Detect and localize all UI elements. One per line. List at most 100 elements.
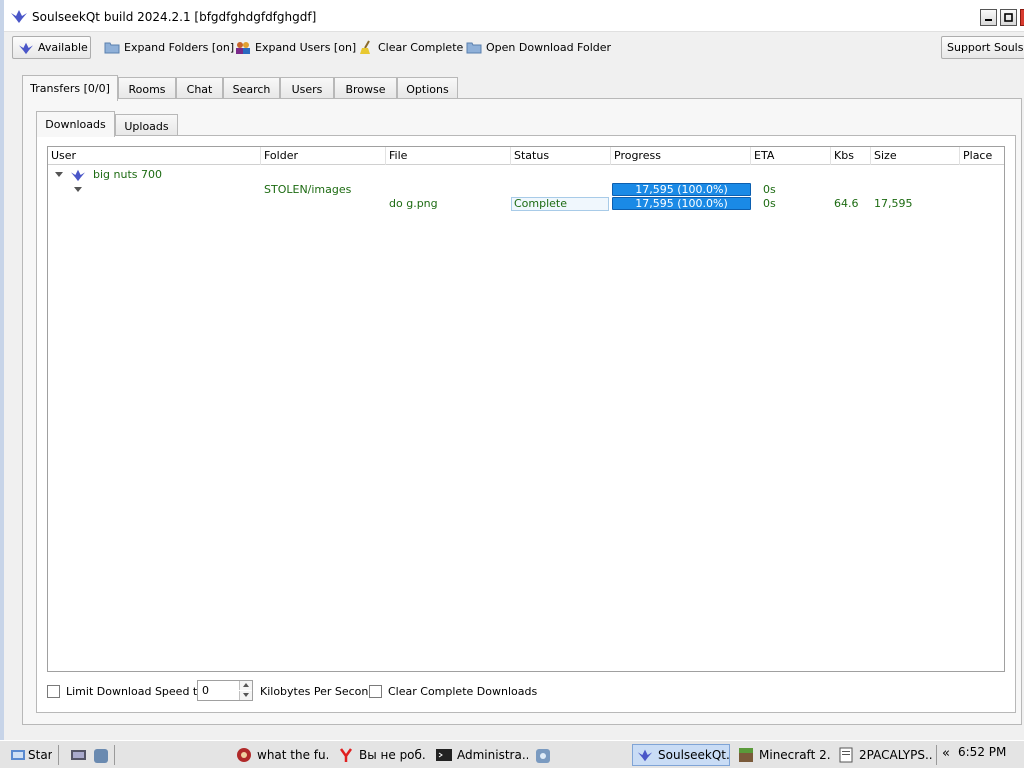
task-label: what the fu... bbox=[257, 748, 328, 762]
column-header-user[interactable]: User bbox=[48, 147, 261, 165]
column-header-progress[interactable]: Progress bbox=[611, 147, 751, 165]
clear-complete-checkbox[interactable] bbox=[369, 684, 382, 698]
quicklaunch-icon[interactable] bbox=[94, 749, 108, 763]
speed-limit-value: 0 bbox=[202, 684, 209, 697]
start-icon bbox=[11, 750, 25, 760]
tab-label: Rooms bbox=[128, 82, 166, 96]
file-size: 17,595 bbox=[874, 197, 913, 210]
document-icon bbox=[839, 747, 853, 763]
tab-label: Search bbox=[232, 82, 271, 96]
spin-up-icon[interactable] bbox=[239, 681, 252, 690]
taskbar-item-document[interactable]: 2PACALYPS... bbox=[834, 744, 932, 766]
tab-label: Downloads bbox=[45, 118, 106, 131]
downloads-table[interactable]: User Folder File Status Progress ETA Kbs… bbox=[47, 146, 1005, 672]
tab-uploads[interactable]: Uploads bbox=[115, 114, 178, 137]
terminal-icon bbox=[436, 749, 452, 761]
speed-limit-spinbox[interactable]: 0 bbox=[197, 680, 253, 701]
taskbar-item-soulseek[interactable]: SoulseekQt... bbox=[632, 744, 730, 766]
spin-down-icon[interactable] bbox=[239, 691, 252, 700]
column-header-file[interactable]: File bbox=[386, 147, 511, 165]
soulseek-bird-icon bbox=[637, 749, 653, 762]
tab-label: Chat bbox=[186, 82, 213, 96]
minimize-button[interactable] bbox=[980, 9, 997, 26]
column-header-status[interactable]: Status bbox=[511, 147, 611, 165]
start-button[interactable]: Start bbox=[6, 744, 52, 766]
taskbar-separator bbox=[936, 745, 937, 765]
file-progress-bar: 17,595 (100.0%) bbox=[612, 197, 751, 210]
soulseek-bird-icon bbox=[19, 42, 33, 54]
maximize-button[interactable] bbox=[1000, 9, 1017, 26]
tab-transfers[interactable]: Transfers [0/0] bbox=[22, 75, 118, 101]
taskbar-separator bbox=[58, 745, 59, 765]
tab-options[interactable]: Options bbox=[397, 77, 458, 100]
folder-icon bbox=[104, 42, 120, 54]
clock: 6:52 PM bbox=[958, 745, 1007, 759]
table-header: User Folder File Status Progress ETA Kbs… bbox=[48, 147, 1004, 165]
available-button[interactable]: Available bbox=[12, 36, 91, 59]
taskbar-item-cmd[interactable]: Administra... bbox=[432, 744, 528, 766]
task-label: SoulseekQt... bbox=[658, 748, 730, 762]
taskbar-separator bbox=[114, 745, 115, 765]
column-header-kbs[interactable]: Kbs bbox=[831, 147, 871, 165]
folder-progress-bar: 17,595 (100.0%) bbox=[612, 183, 751, 196]
yandex-icon bbox=[339, 748, 353, 762]
close-button[interactable] bbox=[1020, 9, 1024, 26]
table-row-file[interactable]: do g.png Complete 17,595 (100.0%) 0s 64.… bbox=[48, 197, 1004, 211]
folder-name: STOLEN/images bbox=[264, 183, 352, 196]
expand-folders-button[interactable]: Expand Folders [on] bbox=[99, 36, 239, 59]
task-label: 2PACALYPS... bbox=[859, 748, 932, 762]
folder-eta: 0s bbox=[763, 183, 776, 196]
users-icon bbox=[236, 41, 250, 54]
tab-label: Users bbox=[291, 82, 323, 96]
column-header-folder[interactable]: Folder bbox=[261, 147, 386, 165]
file-eta: 0s bbox=[763, 197, 776, 210]
column-header-eta[interactable]: ETA bbox=[751, 147, 831, 165]
expand-arrow-icon[interactable] bbox=[55, 172, 63, 177]
table-row-folder[interactable]: STOLEN/images 17,595 (100.0%) 0s bbox=[48, 183, 1004, 197]
taskbar: Start what the fu... Вы не роб... Admini… bbox=[0, 740, 1024, 768]
expand-arrow-icon[interactable] bbox=[74, 187, 82, 192]
browser-icon bbox=[237, 748, 251, 762]
taskbar-item-yandex[interactable]: Вы не роб... bbox=[334, 744, 426, 766]
clear-complete-label: Clear Complete bbox=[378, 41, 464, 54]
window-title: SoulseekQt build 2024.2.1 [bfgdfghdgfdfg… bbox=[32, 10, 317, 24]
support-soulseek-button[interactable]: Support Soulseek bbox=[941, 36, 1024, 59]
limit-speed-label: Limit Download Speed to bbox=[66, 684, 204, 698]
tab-rooms[interactable]: Rooms bbox=[118, 77, 176, 100]
taskbar-item-browser-1[interactable]: what the fu... bbox=[232, 744, 328, 766]
unit-label: Kilobytes Per Second bbox=[260, 684, 376, 698]
column-header-size[interactable]: Size bbox=[871, 147, 960, 165]
clear-complete-downloads-label: Clear Complete Downloads bbox=[388, 684, 538, 698]
file-name: do g.png bbox=[389, 197, 438, 210]
tab-chat[interactable]: Chat bbox=[176, 77, 223, 100]
open-download-folder-label: Open Download Folder bbox=[486, 41, 612, 54]
column-header-place[interactable]: Place bbox=[960, 147, 1004, 165]
limit-speed-row: Limit Download Speed to bbox=[47, 680, 204, 702]
task-label: Вы не роб... bbox=[359, 748, 426, 762]
app-icon[interactable] bbox=[536, 749, 550, 763]
open-download-folder-button[interactable]: Open Download Folder bbox=[461, 36, 616, 59]
desktop-icon[interactable] bbox=[71, 750, 86, 762]
tab-downloads[interactable]: Downloads bbox=[36, 111, 115, 137]
tab-browse[interactable]: Browse bbox=[334, 77, 397, 100]
clear-complete-row: Clear Complete Downloads bbox=[369, 680, 537, 702]
tab-label: Uploads bbox=[124, 119, 169, 133]
support-label: Support Soulseek bbox=[947, 41, 1024, 54]
expand-users-label: Expand Users [on] bbox=[255, 41, 357, 54]
show-hidden-icons-icon[interactable]: « bbox=[942, 746, 950, 761]
folder-icon bbox=[466, 42, 482, 54]
broom-icon bbox=[360, 40, 370, 54]
expand-folders-label: Expand Folders [on] bbox=[124, 41, 235, 54]
expand-users-button[interactable]: Expand Users [on] bbox=[230, 36, 361, 59]
soulseek-bird-icon bbox=[11, 10, 27, 23]
task-label: Administra... bbox=[457, 748, 528, 762]
tab-users[interactable]: Users bbox=[280, 77, 334, 100]
taskbar-item-minecraft[interactable]: Minecraft 2... bbox=[734, 744, 830, 766]
limit-speed-checkbox[interactable] bbox=[47, 684, 60, 698]
tab-label: Options bbox=[406, 82, 449, 96]
tab-search[interactable]: Search bbox=[223, 77, 280, 100]
user-name: big nuts 700 bbox=[93, 168, 162, 181]
clear-complete-button[interactable]: Clear Complete bbox=[354, 36, 468, 59]
toolbar: Available Expand Folders [on] Expand Use… bbox=[4, 33, 1024, 63]
table-row-user[interactable]: big nuts 700 bbox=[48, 168, 1004, 182]
